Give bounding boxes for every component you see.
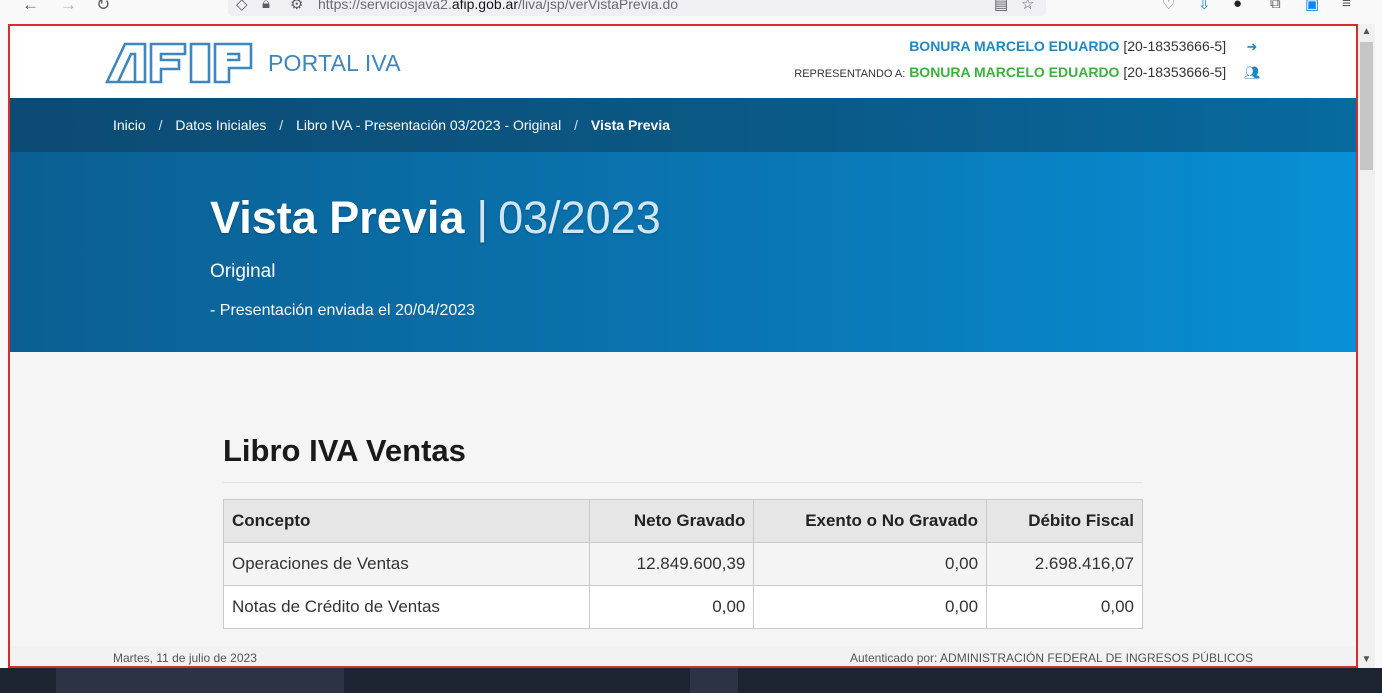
app-name[interactable]: PORTAL IVA <box>268 50 401 77</box>
permissions-icon[interactable]: ⚙ <box>290 0 303 13</box>
table-header: Concepto <box>222 499 591 543</box>
site-footer: Martes, 11 de julio de 2023 Autenticado … <box>10 646 1356 666</box>
table-cell: 0,00 <box>986 585 1143 629</box>
site-header: PORTAL IVA BONURA MARCELO EDUARDO [20-18… <box>10 26 1356 98</box>
account-icon[interactable]: ● <box>1233 0 1242 12</box>
table-header: Neto Gravado <box>589 499 755 543</box>
table-row: Operaciones de Ventas 12.849.600,39 0,00… <box>222 542 1143 586</box>
taskbar-app[interactable] <box>690 668 738 693</box>
table-row: Notas de Crédito de Ventas 0,00 0,00 0,0… <box>222 585 1143 629</box>
breadcrumb-current: Vista Previa <box>590 117 671 133</box>
table-cell: 12.849.600,39 <box>589 542 755 586</box>
ventas-table: Concepto Neto Gravado Exento o No Gravad… <box>222 499 1143 629</box>
extension-button[interactable]: ▣ <box>1305 0 1319 13</box>
breadcrumb-datos-iniciales[interactable]: Datos Iniciales <box>175 117 266 133</box>
presentation-date: - Presentación enviada el 20/04/2023 <box>210 302 476 319</box>
breadcrumb-separator: / <box>574 117 578 133</box>
breadcrumb-separator: / <box>279 117 284 133</box>
table-cell: 0,00 <box>753 542 988 586</box>
table-header: Débito Fiscal <box>986 499 1143 543</box>
logout-icon[interactable]: ➜ <box>1244 39 1260 55</box>
user-cuit: [20-18353666-5] <box>1123 38 1227 54</box>
table-header-row: Concepto Neto Gravado Exento o No Gravad… <box>222 499 1143 543</box>
shield-icon[interactable]: ◇ <box>236 0 248 13</box>
user-info: BONURA MARCELO EDUARDO [20-18353666-5] ➜ <box>909 38 1260 55</box>
vertical-scrollbar[interactable]: ▲ ▼ <box>1358 24 1375 668</box>
breadcrumb-inicio[interactable]: Inicio <box>113 117 146 133</box>
table-cell: 0,00 <box>589 585 755 629</box>
footer-authenticated: Autenticado por: ADMINISTRACIÓN FEDERAL … <box>849 651 1253 665</box>
breadcrumb: Inicio / Datos Iniciales / Libro IVA - P… <box>10 98 1356 152</box>
bookmark-star-icon[interactable]: ☆ <box>1021 0 1034 13</box>
lock-icon[interactable]: 🔒︎ <box>262 0 270 12</box>
table-header: Exento o No Gravado <box>753 499 988 543</box>
period: 03/2023 <box>498 192 661 243</box>
download-icon[interactable]: ⇩ <box>1198 0 1211 13</box>
table-cell: 2.698.416,07 <box>986 542 1143 586</box>
extensions-icon[interactable]: ⧉ <box>1270 0 1281 12</box>
divider <box>223 482 1143 483</box>
represented-name: BONURA MARCELO EDUARDO <box>909 64 1120 80</box>
taskbar-app[interactable] <box>56 668 344 693</box>
footer-date: Martes, 11 de julio de 2023 <box>113 651 257 665</box>
representing-label: REPRESENTANDO A: <box>794 68 906 80</box>
section-title: Libro IVA Ventas <box>223 433 466 468</box>
browser-toolbar: ← → ↻ ◇ 🔒︎ ⚙ https://serviciosjava2.afip… <box>0 0 1382 16</box>
scroll-down-arrow-icon[interactable]: ▼ <box>1358 652 1375 668</box>
pocket-icon[interactable]: ♡ <box>1162 0 1175 13</box>
scroll-thumb[interactable] <box>1360 42 1373 170</box>
forward-arrow-icon[interactable]: → <box>60 0 77 15</box>
table-cell: Operaciones de Ventas <box>222 542 591 586</box>
users-icon[interactable]: 👥︎ <box>1244 65 1261 81</box>
scroll-up-arrow-icon[interactable]: ▲ <box>1358 24 1375 40</box>
main-content: Libro IVA Ventas Concepto Neto Gravado E… <box>10 352 1356 652</box>
represented-cuit: [20-18353666-5] <box>1123 64 1227 80</box>
table-cell: 0,00 <box>753 585 988 629</box>
represented-info: REPRESENTANDO A: BONURA MARCELO EDUARDO … <box>794 64 1260 81</box>
reader-view-icon[interactable]: ▤ <box>994 0 1008 13</box>
presentation-type: Original <box>210 261 276 282</box>
url-text[interactable]: https://serviciosjava2.afip.gob.ar/liva/… <box>318 0 678 12</box>
page-hero: Vista Previa | 03/2023 Original - Presenta… <box>10 152 1356 352</box>
breadcrumb-separator: / <box>158 117 163 133</box>
menu-icon[interactable]: ≡ <box>1342 0 1351 12</box>
user-name: BONURA MARCELO EDUARDO <box>909 38 1120 54</box>
breadcrumb-libro-iva[interactable]: Libro IVA - Presentación 03/2023 - Origi… <box>296 117 561 133</box>
reload-icon[interactable]: ↻ <box>96 0 110 15</box>
table-cell: Notas de Crédito de Ventas <box>222 585 591 629</box>
afip-logo[interactable] <box>105 42 253 84</box>
back-arrow-icon[interactable]: ← <box>22 0 39 15</box>
os-taskbar <box>0 668 1382 693</box>
page-title: Vista Previa | 03/2023 <box>210 192 661 243</box>
page-content: PORTAL IVA BONURA MARCELO EDUARDO [20-18… <box>8 24 1358 668</box>
